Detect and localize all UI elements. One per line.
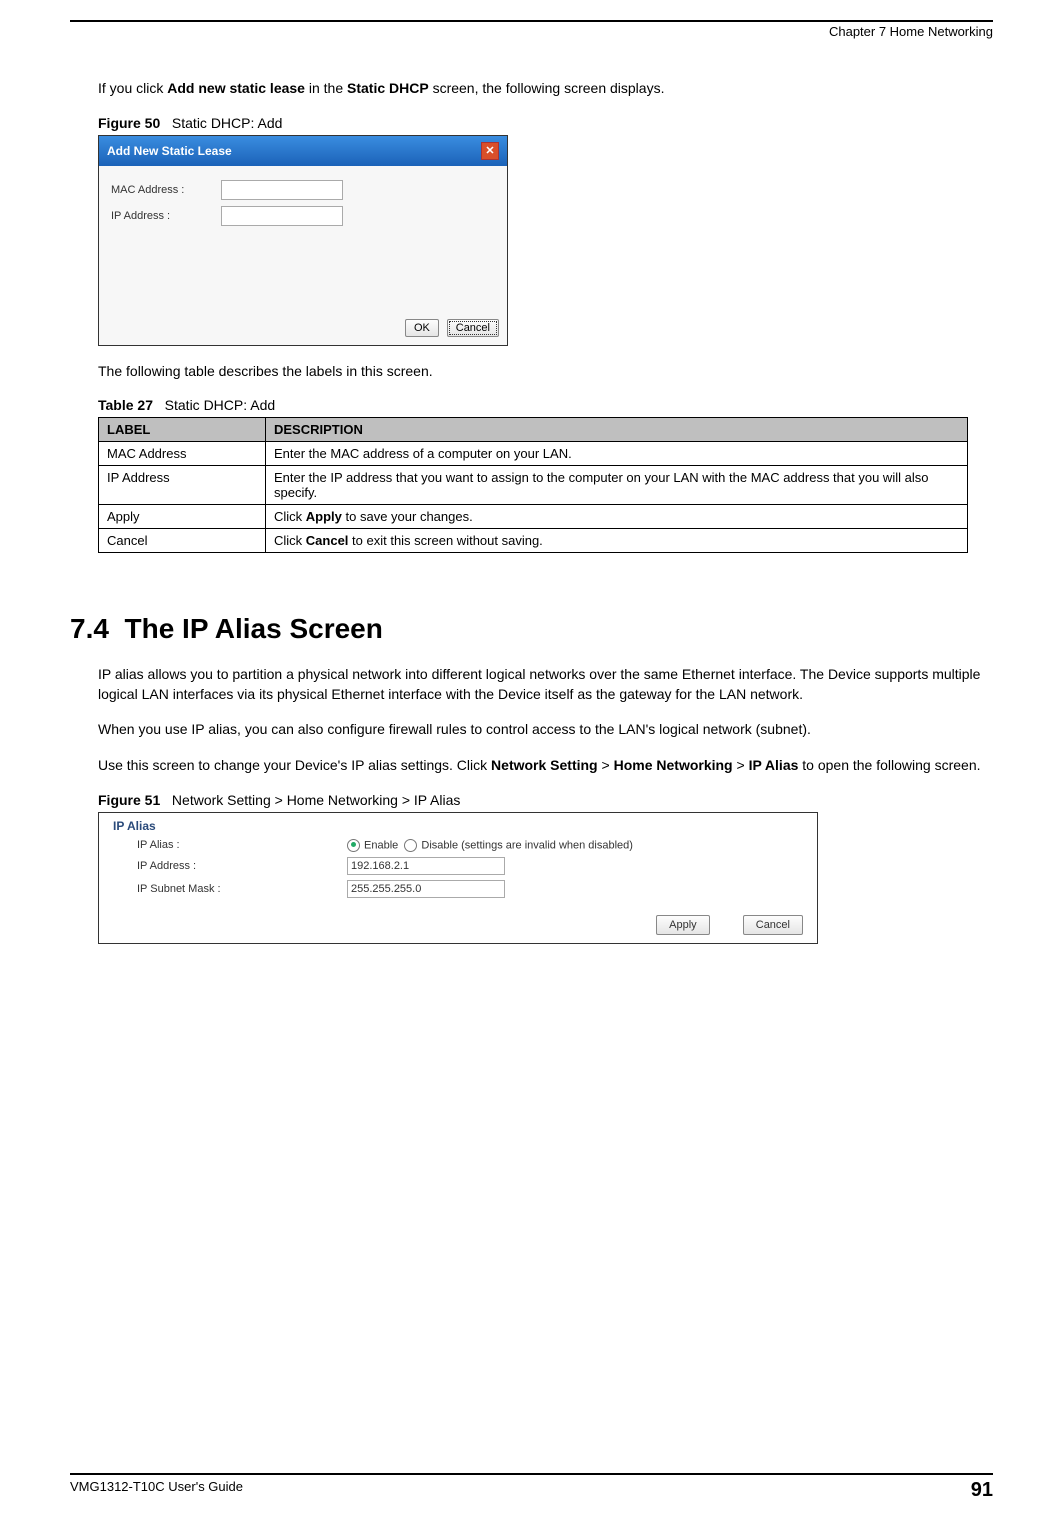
ip-address-label: IP Address : — [137, 860, 347, 872]
text-bold: Static DHCP — [347, 80, 429, 96]
table-27-caption: Table 27 Static DHCP: Add — [98, 397, 993, 413]
mac-address-input[interactable] — [221, 180, 343, 200]
subnet-mask-input[interactable]: 255.255.255.0 — [347, 880, 505, 898]
section-heading: 7.4 The IP Alias Screen — [70, 613, 993, 645]
text-bold: Add new static lease — [167, 80, 305, 96]
table-header-desc: DESCRIPTION — [266, 418, 968, 442]
figure-50-screenshot: Add New Static Lease ✕ MAC Address : IP … — [98, 135, 508, 346]
figure-label: Figure 50 — [98, 115, 160, 131]
figure-title: Static DHCP: Add — [172, 115, 283, 131]
figure-51-caption: Figure 51 Network Setting > Home Network… — [98, 792, 993, 808]
subnet-mask-label: IP Subnet Mask : — [137, 883, 347, 895]
text: screen, the following screen displays. — [429, 80, 665, 96]
cell-desc: Enter the MAC address of a computer on y… — [266, 442, 968, 466]
enable-label: Enable — [364, 839, 398, 851]
table-title: Static DHCP: Add — [165, 397, 276, 413]
ip-alias-label: IP Alias : — [137, 839, 347, 851]
cell-desc: Click Cancel to exit this screen without… — [266, 529, 968, 553]
body-paragraph: When you use IP alias, you can also conf… — [98, 720, 993, 740]
section-number: 7.4 — [70, 613, 109, 644]
ok-button[interactable]: OK — [405, 319, 439, 337]
figure-51-screenshot: IP Alias IP Alias : Enable Disable (sett… — [98, 812, 818, 944]
apply-button[interactable]: Apply — [656, 915, 710, 935]
ip-address-input[interactable] — [221, 206, 343, 226]
table-row: MAC Address Enter the MAC address of a c… — [99, 442, 968, 466]
chapter-header: Chapter 7 Home Networking — [70, 24, 993, 39]
table-label: Table 27 — [98, 397, 153, 413]
cell-label: Apply — [99, 505, 266, 529]
cell-desc: Click Apply to save your changes. — [266, 505, 968, 529]
cell-desc: Enter the IP address that you want to as… — [266, 466, 968, 505]
dialog-title-bar: Add New Static Lease ✕ — [99, 136, 507, 166]
table-header-row: LABEL DESCRIPTION — [99, 418, 968, 442]
disable-label: Disable (settings are invalid when disab… — [421, 839, 633, 851]
table-27: LABEL DESCRIPTION MAC Address Enter the … — [98, 417, 968, 553]
ip-address-label: IP Address : — [111, 210, 221, 222]
section-title: The IP Alias Screen — [125, 613, 383, 644]
figure-title: Network Setting > Home Networking > IP A… — [172, 792, 460, 808]
close-icon[interactable]: ✕ — [481, 142, 499, 160]
body-paragraph: IP alias allows you to partition a physi… — [98, 665, 993, 704]
enable-radio[interactable] — [347, 839, 360, 852]
table-row: IP Address Enter the IP address that you… — [99, 466, 968, 505]
body-paragraph: Use this screen to change your Device's … — [98, 756, 993, 776]
cancel-button[interactable]: Cancel — [743, 915, 803, 935]
figure-50-caption: Figure 50 Static DHCP: Add — [98, 115, 993, 131]
table-row: Apply Click Apply to save your changes. — [99, 505, 968, 529]
cell-label: Cancel — [99, 529, 266, 553]
table-header-label: LABEL — [99, 418, 266, 442]
dialog-title-text: Add New Static Lease — [107, 144, 232, 158]
panel-heading: IP Alias — [99, 813, 817, 837]
table-row: Cancel Click Cancel to exit this screen … — [99, 529, 968, 553]
table-intro-text: The following table describes the labels… — [98, 362, 993, 382]
mac-address-label: MAC Address : — [111, 184, 221, 196]
cell-label: MAC Address — [99, 442, 266, 466]
ip-address-input[interactable]: 192.168.2.1 — [347, 857, 505, 875]
intro-paragraph: If you click Add new static lease in the… — [98, 79, 993, 99]
cancel-button[interactable]: Cancel — [447, 319, 499, 337]
disable-radio[interactable] — [404, 839, 417, 852]
footer-guide-name: VMG1312-T10C User's Guide — [70, 1479, 243, 1502]
text: If you click — [98, 80, 167, 96]
cell-label: IP Address — [99, 466, 266, 505]
page-number: 91 — [971, 1479, 993, 1502]
figure-label: Figure 51 — [98, 792, 160, 808]
text: in the — [305, 80, 347, 96]
